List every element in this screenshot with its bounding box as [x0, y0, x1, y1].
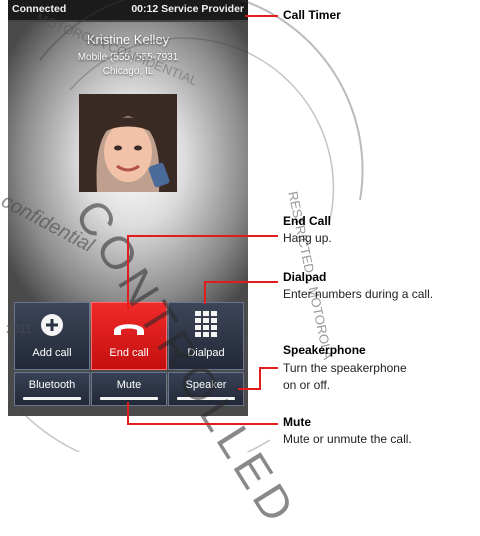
callout-mute-title: Mute — [283, 415, 311, 429]
callout-dialpad-title: Dialpad — [283, 270, 327, 284]
callout-end-call-desc: Hang up. — [283, 231, 332, 245]
callout-mute-desc: Mute or unmute the call. — [283, 432, 412, 446]
callout-speakerphone-desc-line1: Turn the speakerphone — [283, 361, 407, 375]
callout-call-timer-title: Call Timer — [283, 8, 341, 22]
callout-dialpad-desc: Enter numbers during a call. — [283, 287, 434, 301]
callout-speakerphone-desc-line2: on or off. — [283, 378, 331, 392]
callout-lines — [127, 15, 278, 425]
callout-end-call-title: End Call — [283, 214, 332, 228]
callout-speakerphone-title: Speakerphone — [283, 343, 366, 357]
